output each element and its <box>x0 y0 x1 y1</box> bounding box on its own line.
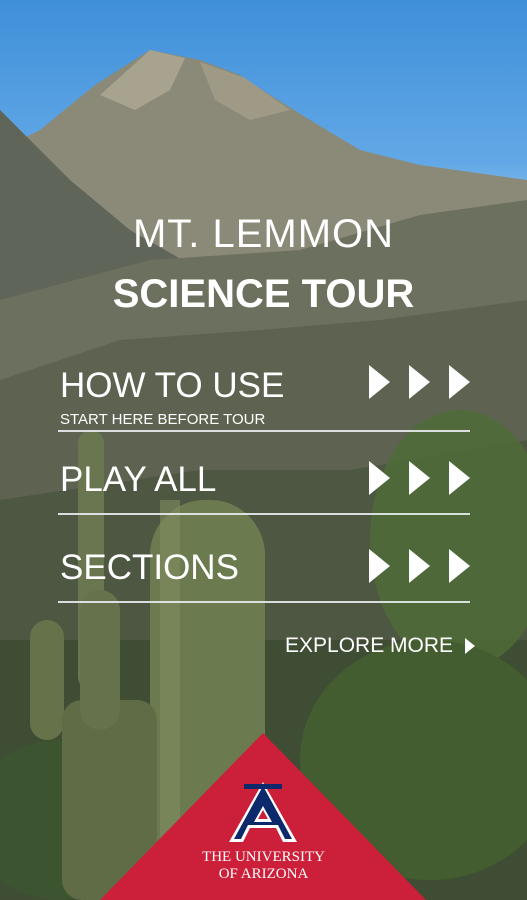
app-screen: MT. LEMMON SCIENCE TOUR HOW TO USE START… <box>0 0 527 900</box>
university-name-line-1: THE UNIVERSITY <box>202 849 325 865</box>
university-logo-badge[interactable] <box>0 0 527 900</box>
university-name-line-2: OF ARIZONA <box>218 866 309 882</box>
